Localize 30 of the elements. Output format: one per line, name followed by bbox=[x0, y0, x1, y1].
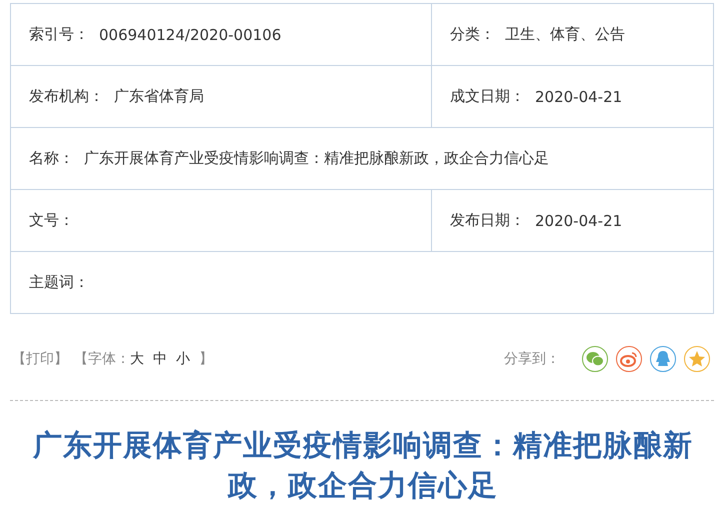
field-label: 发布机构： bbox=[29, 87, 104, 106]
field-value: 006940124/2020-00106 bbox=[99, 26, 282, 44]
field-label: 名称： bbox=[29, 149, 74, 168]
font-size-label: 【字体： bbox=[74, 350, 130, 368]
field-value: 广东省体育局 bbox=[114, 87, 204, 106]
field-label: 成文日期： bbox=[450, 87, 525, 106]
field-value: 2020-04-21 bbox=[535, 212, 622, 230]
chat-bubbles-button[interactable] bbox=[582, 346, 608, 372]
chat-bubbles-icon bbox=[586, 351, 604, 367]
penguin-icon bbox=[655, 350, 671, 368]
eye-swirl-icon bbox=[620, 351, 638, 367]
eye-swirl-button[interactable] bbox=[616, 346, 642, 372]
star-icon bbox=[688, 350, 706, 368]
font-size-link[interactable]: 小 bbox=[176, 350, 190, 368]
field-label: 索引号： bbox=[29, 25, 89, 44]
field-label: 分类： bbox=[450, 25, 495, 44]
share-label: 分享到： bbox=[504, 350, 560, 368]
article-title: 广东开展体育产业受疫情影响调查：精准把脉酿新政，政企合力信心足 bbox=[32, 427, 694, 504]
field-value: 卫生、体育、公告 bbox=[505, 25, 625, 44]
font-size-link[interactable]: 大 bbox=[130, 350, 144, 368]
field-label: 文号： bbox=[29, 211, 74, 230]
penguin-button[interactable] bbox=[650, 346, 676, 372]
field-value: 广东开展体育产业受疫情影响调查：精准把脉酿新政，政企合力信心足 bbox=[84, 149, 549, 168]
font-size-link[interactable]: 中 bbox=[153, 350, 167, 368]
bracket-text: 】 bbox=[199, 350, 213, 368]
field-label: 主题词： bbox=[29, 273, 89, 292]
star-button[interactable] bbox=[684, 346, 710, 372]
field-label: 发布日期： bbox=[450, 211, 525, 230]
field-value: 2020-04-21 bbox=[535, 88, 622, 106]
print-link[interactable]: 【打印】 bbox=[12, 350, 68, 368]
